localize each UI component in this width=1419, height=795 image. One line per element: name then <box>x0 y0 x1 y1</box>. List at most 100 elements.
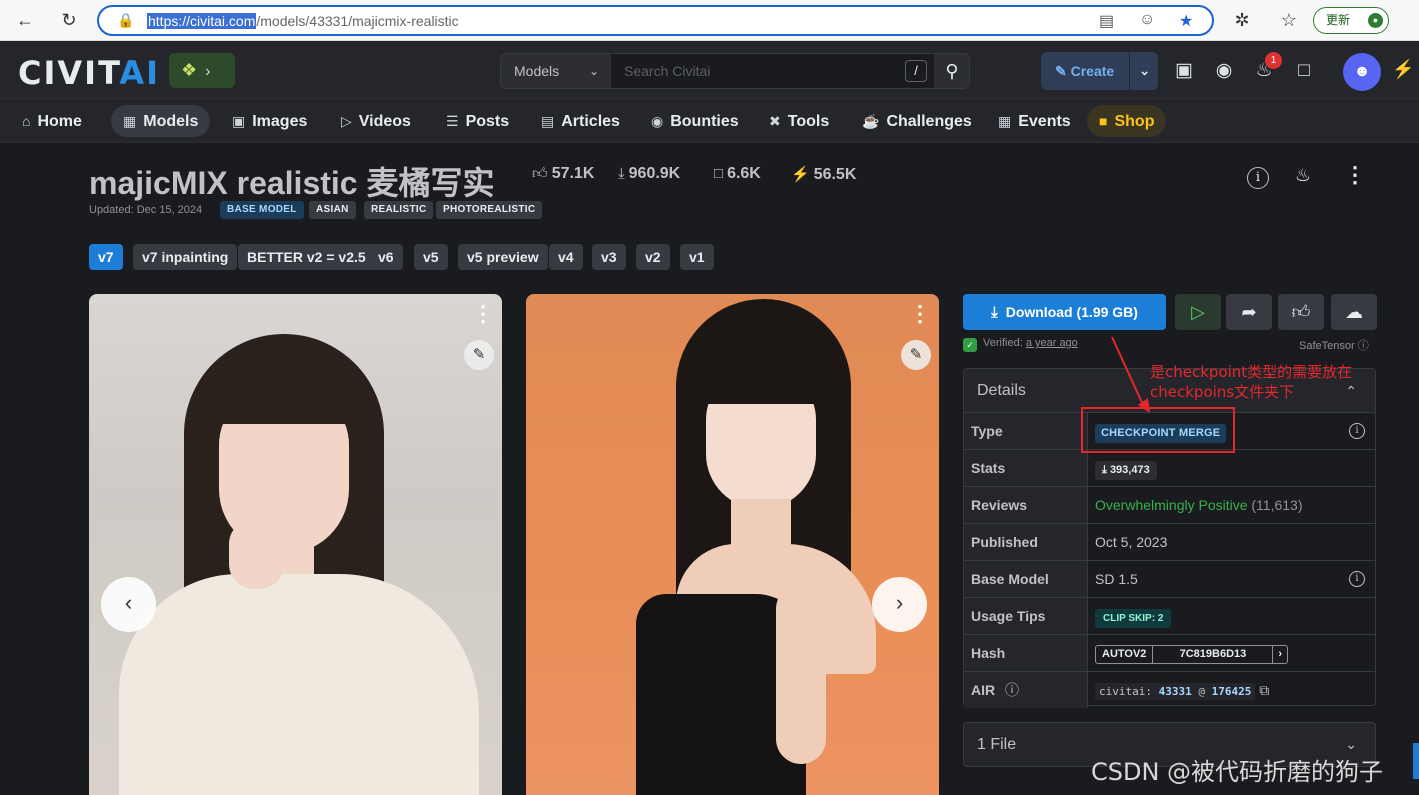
user-avatar[interactable]: ☻ <box>1343 53 1381 91</box>
reload-icon[interactable]: ↻ <box>56 7 82 33</box>
tag-base-model[interactable]: BASE MODEL <box>220 201 304 219</box>
models-icon: ▦ <box>123 113 137 129</box>
verified-time-link[interactable]: a year ago <box>1026 337 1078 349</box>
nav-events[interactable]: ▦ Events <box>986 105 1083 137</box>
chat-icon[interactable]: □ <box>1291 59 1317 85</box>
tag-asian[interactable]: ASIAN <box>309 201 356 219</box>
image-options-icon[interactable]: ⋮ <box>472 303 494 328</box>
videos-icon: ▷ <box>341 113 352 129</box>
create-button[interactable]: ✎ Create ⌄ <box>1041 52 1158 90</box>
remix-brush-icon[interactable]: ✎ <box>901 340 931 370</box>
buzz-diamond-icon: ❖ <box>181 60 198 80</box>
share-button[interactable]: ➦ <box>1226 294 1272 330</box>
extensions-more-icon[interactable]: ☺ <box>1139 11 1155 29</box>
nav-posts[interactable]: ☰ Posts <box>434 105 521 137</box>
chevron-right-icon: › <box>205 63 211 80</box>
images-icon: ▣ <box>232 113 246 129</box>
tag-photorealistic[interactable]: PHOTOREALISTIC <box>436 201 543 219</box>
cloud-upload-button[interactable]: ☁ <box>1331 294 1377 330</box>
clip-skip-badge: CLIP SKIP: 2 <box>1095 609 1172 628</box>
remix-brush-icon[interactable]: ✎ <box>464 340 494 370</box>
nav-tools[interactable]: ✖ Tools <box>757 105 841 137</box>
lock-icon: 🔒 <box>117 12 135 28</box>
like-button[interactable]: 👍︎ <box>1278 294 1324 330</box>
chevron-right-icon: › <box>1278 647 1283 660</box>
nav-images[interactable]: ▣ Images <box>220 105 319 137</box>
monitor-icon[interactable]: ▣ <box>1171 59 1197 85</box>
showcase-image[interactable]: ⋮ ✎ <box>89 294 502 795</box>
more-options-icon[interactable]: ⋮ <box>1332 152 1378 198</box>
browser-update-button[interactable]: 更新 ● <box>1313 7 1389 34</box>
thumbs-up-icon: 👍︎ <box>532 165 548 182</box>
info-icon[interactable]: i <box>1235 152 1281 198</box>
copy-icon[interactable]: ⧉ <box>1259 682 1269 698</box>
download-count-badge: ⤓ 393,473 <box>1095 461 1157 480</box>
articles-icon: ▤ <box>541 113 555 129</box>
download-icon: ⤓ <box>991 304 998 321</box>
model-title: majicMIX realistic 麦橘写实 <box>89 165 495 201</box>
carousel-prev-button[interactable]: ‹ <box>101 577 156 632</box>
info-icon[interactable]: i <box>1349 571 1365 587</box>
bookmarks-stat: □ 6.6K <box>714 165 761 182</box>
safetensor-label[interactable]: SafeTensor ⓘ <box>1299 337 1369 353</box>
calendar-icon: ▦ <box>998 113 1012 129</box>
version-tab[interactable]: v6 <box>369 244 403 270</box>
download-button[interactable]: ⤓ Download (1.99 GB) <box>963 294 1166 330</box>
nav-home[interactable]: ⌂ Home <box>10 105 94 137</box>
version-tab[interactable]: v5 <box>414 244 448 270</box>
favorite-star-icon[interactable]: ★ <box>1179 11 1193 31</box>
search-icon[interactable]: ⚲ <box>934 54 969 88</box>
download-icon: ⤓ <box>618 165 625 182</box>
favorites-icon[interactable]: ☆ <box>1276 7 1302 33</box>
civitai-logo[interactable]: CIVITAI <box>18 54 160 92</box>
version-tab[interactable]: v1 <box>680 244 714 270</box>
likes-stat: 👍︎ 57.1K <box>532 165 595 182</box>
reviews-link[interactable]: Overwhelmingly Positive <box>1095 497 1248 513</box>
back-icon[interactable]: ← <box>12 7 38 33</box>
nav-articles[interactable]: ▤ Articles <box>529 105 632 137</box>
reader-view-icon[interactable]: ▤ <box>1099 11 1114 31</box>
version-tab[interactable]: v5 preview <box>458 244 548 270</box>
info-icon[interactable]: ⓘ <box>1005 682 1019 698</box>
download-icon: ⤓ <box>1102 464 1107 476</box>
version-tab[interactable]: BETTER v2 = v2.5 <box>238 244 375 270</box>
bounties-icon: ◉ <box>651 113 664 129</box>
notification-count-badge: 1 <box>1265 52 1282 69</box>
tag-realistic[interactable]: REALISTIC <box>364 201 434 219</box>
shop-icon: ■ <box>1099 113 1108 129</box>
details-row-stats: Stats ⤓ 393,473 <box>964 450 1375 487</box>
nav-shop[interactable]: ■ Shop <box>1087 105 1167 137</box>
showcase-image[interactable]: ⋮ ✎ <box>526 294 939 795</box>
details-row-reviews: Reviews Overwhelmingly Positive (11,613) <box>964 487 1375 524</box>
details-row-usage-tips: Usage Tips CLIP SKIP: 2 <box>964 598 1375 635</box>
generate-play-button[interactable]: ▷ <box>1175 294 1221 330</box>
buzz-bolt-icon[interactable]: ⚡ <box>1392 59 1414 80</box>
search-shortcut-key: / <box>905 60 927 82</box>
search-input[interactable] <box>612 54 902 88</box>
chevron-down-icon[interactable]: ⌄ <box>1139 52 1150 90</box>
version-tab[interactable]: v2 <box>636 244 670 270</box>
nav-challenges[interactable]: ☕ Challenges <box>850 105 984 137</box>
hash-selector[interactable]: AUTOV2 7C819B6D13 › <box>1095 644 1289 664</box>
event-badge[interactable]: ❖ › <box>169 53 235 88</box>
version-tab[interactable]: v3 <box>592 244 626 270</box>
nav-bounties[interactable]: ◉ Bounties <box>639 105 751 137</box>
csdn-watermark: CSDN @被代码折磨的狗子 <box>1091 758 1384 786</box>
version-tab[interactable]: v7 <box>89 244 123 270</box>
nav-models[interactable]: ▦ Models <box>111 105 211 137</box>
address-bar[interactable]: 🔒 https://civitai.com/models/43331/majic… <box>97 5 1214 36</box>
version-tab[interactable]: v4 <box>549 244 583 270</box>
side-tab[interactable] <box>1413 743 1419 779</box>
info-icon[interactable]: i <box>1349 423 1365 439</box>
air-identifier[interactable]: civitai: 43331 @ 176425 <box>1095 683 1256 700</box>
carousel-next-button[interactable]: › <box>872 577 927 632</box>
eye-icon[interactable]: ◉ <box>1211 59 1237 85</box>
buzz-stat: ⚡ 56.5K <box>791 166 857 183</box>
image-options-icon[interactable]: ⋮ <box>909 303 931 328</box>
version-tab[interactable]: v7 inpainting <box>133 244 238 270</box>
notify-bell-icon[interactable]: ♨ <box>1280 152 1326 198</box>
nav-videos[interactable]: ▷ Videos <box>329 105 423 137</box>
extensions-icon[interactable]: ✲ <box>1229 7 1255 33</box>
url-text[interactable]: https://civitai.com/models/43331/majicmi… <box>147 13 459 29</box>
search-scope-select[interactable]: Models ⌄ <box>501 54 611 88</box>
